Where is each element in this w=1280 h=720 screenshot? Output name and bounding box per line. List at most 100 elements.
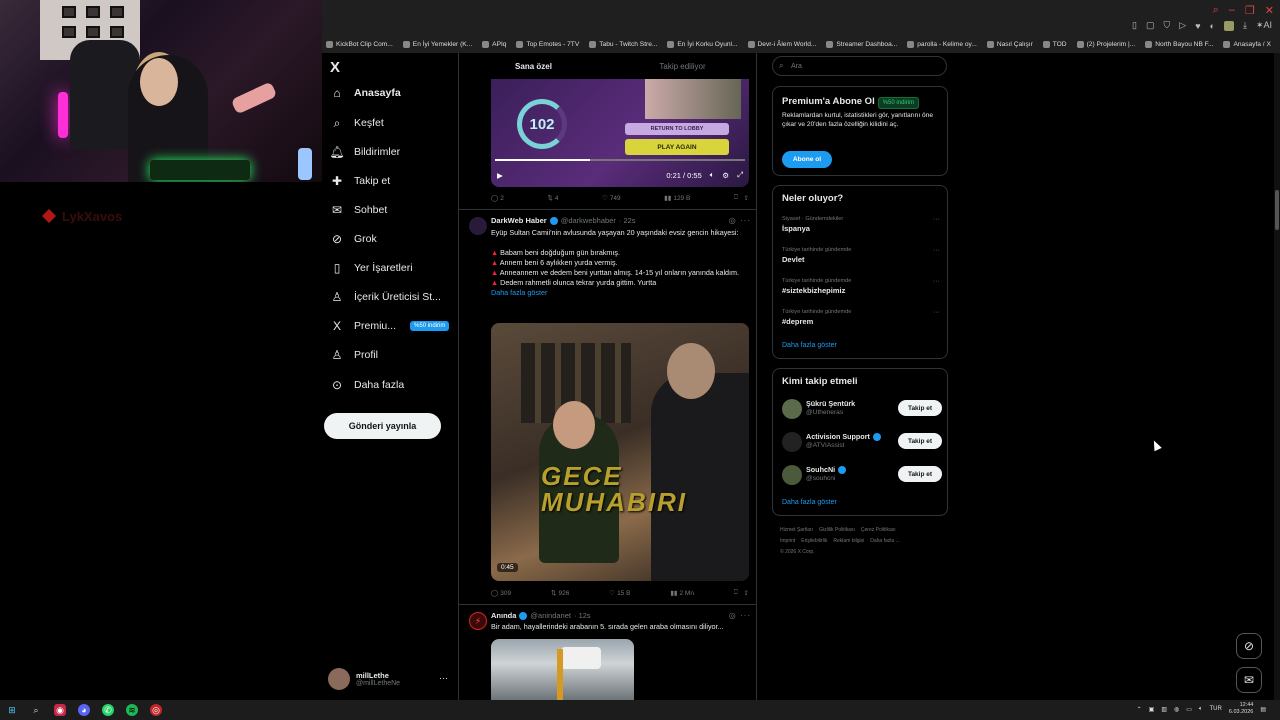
account-switcher[interactable]: millLethe @millLetheNe ··· bbox=[328, 665, 456, 693]
video-player[interactable]: GECE MUHABIRI 0:45 bbox=[491, 323, 749, 581]
avatar[interactable] bbox=[782, 465, 802, 485]
tab-following[interactable]: Takip ediliyor bbox=[608, 53, 756, 79]
footer-link[interactable]: Imprint bbox=[780, 538, 795, 544]
nav-item-grok[interactable]: ⊘ Grok bbox=[330, 232, 377, 246]
author-name[interactable]: Anında bbox=[491, 611, 516, 620]
bookmark-item[interactable]: Top Emotes - 7TV bbox=[516, 41, 579, 48]
suggestion-name[interactable]: Şükrü Şentürk bbox=[806, 399, 855, 408]
reply-button[interactable]: ◯ 309 bbox=[491, 589, 511, 598]
show-more-trends-link[interactable]: Daha fazla göster bbox=[782, 342, 837, 349]
bookmark-item[interactable]: En İyi Yemekler (K... bbox=[402, 41, 472, 48]
scrollbar-thumb[interactable] bbox=[1275, 190, 1279, 230]
nav-item-x[interactable]: X Premiu... %50 indirim bbox=[330, 319, 450, 333]
messages-icon[interactable]: ✉ bbox=[1236, 667, 1262, 693]
nav-item-home[interactable]: ⌂ Anasayfa bbox=[330, 86, 400, 100]
whatsapp-icon[interactable]: ✆ bbox=[102, 704, 114, 716]
windows-start-icon[interactable]: ⊞ bbox=[6, 704, 18, 716]
subscribe-button[interactable]: Abone ol bbox=[782, 151, 832, 168]
notification-icon[interactable]: ▤ bbox=[1260, 706, 1266, 713]
video-progress-bar[interactable] bbox=[495, 159, 745, 161]
bookmark-item[interactable]: North Bayou NB F... bbox=[1145, 41, 1213, 48]
extension-icon[interactable]: ◐ bbox=[1210, 21, 1215, 31]
author-name[interactable]: DarkWeb Haber bbox=[491, 216, 547, 225]
ai-icon[interactable]: ✶AI bbox=[1256, 20, 1272, 31]
bookmark-item[interactable]: Anasayfa / X bbox=[1223, 41, 1271, 48]
show-more-link[interactable]: Daha fazla göster bbox=[491, 288, 747, 298]
bookmark-item[interactable]: (2) Projelerim |... bbox=[1076, 41, 1135, 48]
browser-icon[interactable]: ◎ bbox=[150, 704, 162, 716]
volume-icon[interactable]: 🔈︎ bbox=[1199, 706, 1203, 713]
grok-icon[interactable]: ⊘ bbox=[1236, 633, 1262, 659]
chevron-up-icon[interactable]: ⌃ bbox=[1137, 706, 1142, 713]
show-more-follow-link[interactable]: Daha fazla göster bbox=[782, 499, 837, 506]
shield-icon[interactable]: ⛉ bbox=[1164, 20, 1171, 31]
more-options-icon[interactable]: ◎ ··· bbox=[729, 611, 751, 620]
bookmark-item[interactable]: Streamer Dashboa... bbox=[826, 41, 897, 48]
spotify-icon[interactable]: ≋ bbox=[126, 704, 138, 716]
footer-link[interactable]: Erişilebilirlik bbox=[801, 538, 827, 544]
volume-icon[interactable]: 🔈︎ bbox=[710, 170, 715, 180]
play-icon[interactable]: ▷ bbox=[1179, 20, 1186, 31]
fullscreen-icon[interactable]: ⤢ bbox=[737, 170, 743, 180]
x-logo-icon[interactable]: X bbox=[330, 59, 340, 76]
clock[interactable]: 12:44 6.03.2026 bbox=[1229, 702, 1253, 716]
profile-avatar-icon[interactable] bbox=[1223, 20, 1234, 31]
trend-item[interactable]: Türkiye tarihinde gündemde #siztekbizhepi… bbox=[782, 278, 940, 295]
follow-button[interactable]: Takip et bbox=[898, 433, 942, 449]
nav-item-follow[interactable]: ✚ Takip et bbox=[330, 174, 390, 188]
author-handle[interactable]: @darkwebhaber bbox=[561, 216, 616, 225]
bookmark-item[interactable]: Tabu - Twitch Stre... bbox=[589, 41, 657, 48]
avatar[interactable] bbox=[782, 399, 802, 419]
close-icon[interactable]: ✕ bbox=[1265, 4, 1274, 17]
lightning-icon[interactable]: ⚡︎ bbox=[469, 612, 487, 630]
post-image[interactable] bbox=[491, 639, 634, 700]
heart-icon[interactable]: ♥ bbox=[1195, 21, 1200, 31]
nav-item-mail[interactable]: ✉ Sohbet bbox=[330, 203, 387, 217]
footer-link[interactable]: Reklam bilgisi bbox=[833, 538, 864, 544]
extension-icon[interactable]: ▯ bbox=[1132, 20, 1137, 31]
bookmark-item[interactable]: Nasıl Çalışır bbox=[986, 41, 1033, 48]
more-options-icon[interactable]: ◎ ··· bbox=[729, 216, 751, 225]
follow-button[interactable]: Takip et bbox=[898, 466, 942, 482]
language-indicator[interactable]: TUR bbox=[1210, 706, 1222, 712]
reply-button[interactable]: ◯ 2 bbox=[491, 194, 504, 203]
footer-link[interactable]: Gizlilik Politikası bbox=[819, 527, 855, 533]
more-options-icon[interactable]: ··· bbox=[933, 216, 940, 223]
tray-app-icon[interactable]: ◍ bbox=[1174, 706, 1179, 713]
nav-item-search[interactable]: ⌕ Keşfet bbox=[330, 116, 384, 130]
share-icon[interactable]: ⇪ bbox=[744, 194, 749, 202]
search-icon[interactable]: ⌕ bbox=[1213, 4, 1219, 17]
bookmark-item[interactable]: En İyi Korku Oyunl... bbox=[667, 41, 738, 48]
tab-for-you[interactable]: Sana özel bbox=[459, 53, 608, 79]
post-button[interactable]: Gönderi yayınla bbox=[324, 413, 441, 439]
avatar[interactable] bbox=[782, 432, 802, 452]
follow-button[interactable]: Takip et bbox=[898, 400, 942, 416]
network-icon[interactable]: ▭ bbox=[1186, 706, 1192, 713]
avatar[interactable] bbox=[469, 217, 487, 235]
bookmark-item[interactable]: parolla - Kelime oy... bbox=[907, 41, 977, 48]
footer-link[interactable]: Çerez Politikası bbox=[861, 527, 896, 533]
tray-app-icon[interactable]: ▣ bbox=[1149, 706, 1155, 713]
trend-item[interactable]: Türkiye tarihinde gündemde Devlet ··· bbox=[782, 247, 940, 264]
nav-item-profile[interactable]: ♙ Profil bbox=[330, 348, 378, 362]
nav-item-creator[interactable]: ♙ İçerik Üreticisi St... bbox=[330, 290, 441, 304]
repost-button[interactable]: ⇅ 926 bbox=[551, 589, 569, 598]
bookmark-item[interactable]: TOD bbox=[1042, 41, 1067, 48]
suggestion-name[interactable]: SouhcNi bbox=[806, 465, 847, 474]
share-icon[interactable]: ⇪ bbox=[744, 589, 749, 597]
nav-item-more[interactable]: ⊙ Daha fazla bbox=[330, 378, 404, 392]
more-options-icon[interactable]: ··· bbox=[933, 278, 940, 285]
bookmark-item[interactable]: Devr-i Âlem World... bbox=[747, 41, 816, 48]
nav-item-bell[interactable]: 🔔︎ Bildirimler bbox=[329, 145, 400, 159]
maximize-icon[interactable]: ❐ bbox=[1245, 4, 1255, 17]
search-input[interactable] bbox=[772, 56, 947, 76]
bookmark-item[interactable]: KickBot Clip Com... bbox=[326, 41, 393, 48]
download-icon[interactable]: ⤓ bbox=[1243, 20, 1247, 31]
search-icon[interactable]: ⌕ bbox=[30, 704, 42, 716]
like-button[interactable]: ♡ 15 B bbox=[609, 589, 630, 598]
play-icon[interactable]: ▶ bbox=[497, 171, 503, 180]
more-options-icon[interactable]: ··· bbox=[933, 309, 940, 316]
discord-icon[interactable]: ◕ bbox=[78, 704, 90, 716]
trend-item[interactable]: Siyaset · Gündemdekiler İspanya ··· bbox=[782, 216, 940, 233]
tray-app-icon[interactable]: ▥ bbox=[1161, 706, 1167, 713]
